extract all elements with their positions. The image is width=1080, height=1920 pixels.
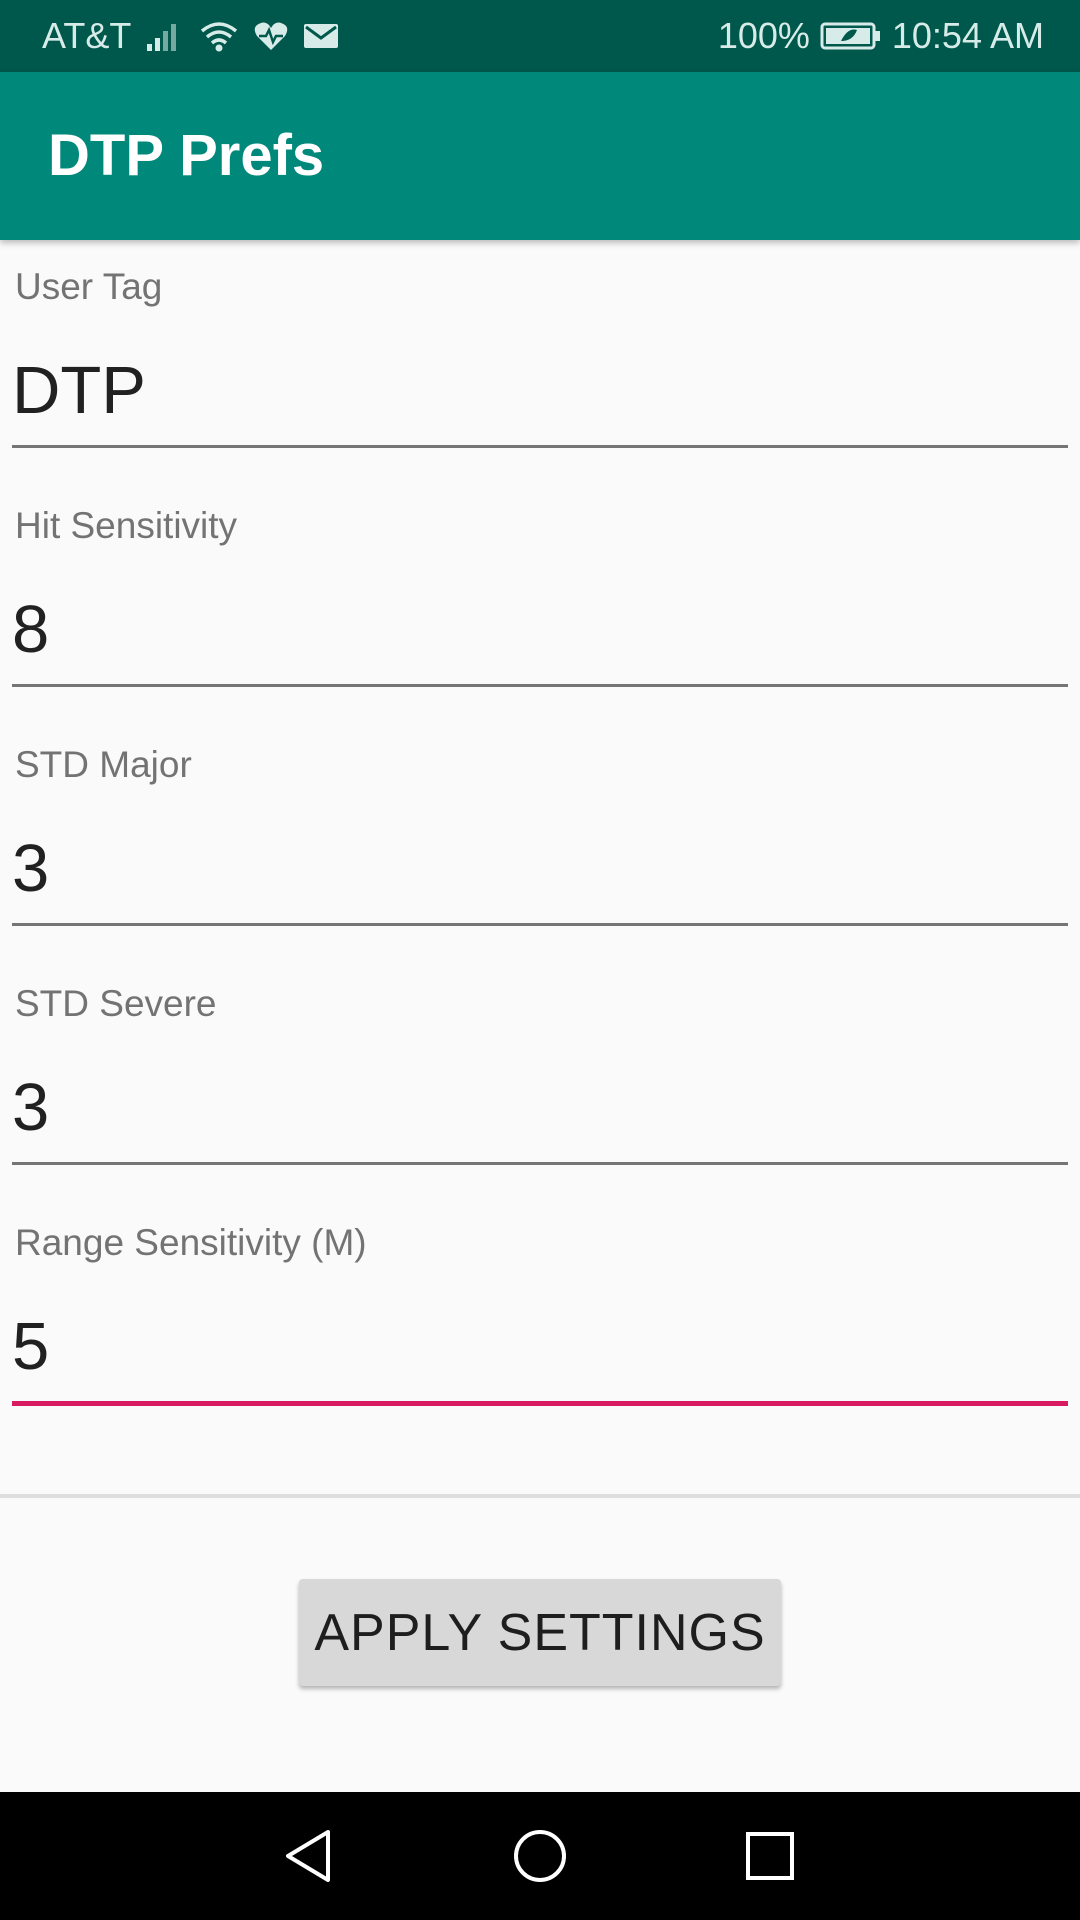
user-tag-field: User Tag xyxy=(0,240,1080,472)
apply-settings-button[interactable]: APPLY SETTINGS xyxy=(299,1579,781,1686)
recents-icon[interactable] xyxy=(738,1824,802,1888)
signal-icon xyxy=(145,20,185,52)
user-tag-label: User Tag xyxy=(15,266,163,307)
std-severe-field: STD Severe xyxy=(0,957,1080,1189)
std-severe-label: STD Severe xyxy=(15,983,217,1024)
std-major-label: STD Major xyxy=(15,744,192,785)
app-title: DTP Prefs xyxy=(48,123,325,188)
status-bar: AT&T 100% 10:54 AM xyxy=(0,0,1080,72)
carrier-label: AT&T xyxy=(42,15,132,56)
navigation-bar xyxy=(0,1792,1080,1920)
clock: 10:54 AM xyxy=(891,15,1044,56)
std-major-field: STD Major xyxy=(0,718,1080,950)
status-left: AT&T xyxy=(42,0,339,72)
mail-icon xyxy=(303,22,339,50)
status-right: 100% 10:54 AM xyxy=(718,0,1044,72)
hit-sensitivity-label: Hit Sensitivity xyxy=(15,505,238,546)
home-icon[interactable] xyxy=(508,1824,572,1888)
user-tag-input[interactable] xyxy=(12,335,1068,448)
range-sensitivity-label: Range Sensitivity (M) xyxy=(15,1222,367,1263)
std-major-input[interactable] xyxy=(12,813,1068,926)
hit-sensitivity-field: Hit Sensitivity xyxy=(0,479,1080,711)
range-sensitivity-field: Range Sensitivity (M) xyxy=(0,1196,1080,1428)
hit-sensitivity-input[interactable] xyxy=(12,574,1068,687)
range-sensitivity-input[interactable] xyxy=(12,1291,1068,1406)
battery-percent: 100% xyxy=(717,15,810,56)
back-icon[interactable] xyxy=(278,1824,342,1888)
health-icon xyxy=(253,20,289,52)
battery-icon xyxy=(820,21,882,51)
std-severe-input[interactable] xyxy=(12,1052,1068,1165)
app-bar: DTP Prefs xyxy=(0,72,1080,240)
divider xyxy=(0,1494,1080,1498)
wifi-icon xyxy=(199,19,239,53)
